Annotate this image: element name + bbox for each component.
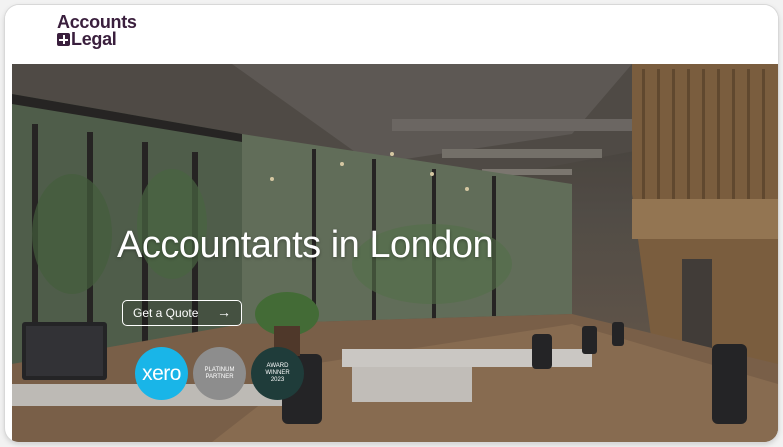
logo-text-line2-wrap: Legal — [57, 29, 137, 49]
logo-text-line2: Legal — [71, 29, 117, 49]
page-frame: Accounts Legal Accountants in London Get… — [5, 5, 778, 442]
plus-icon — [57, 33, 70, 46]
hero-banner: Accountants in London Get a Quote → xero… — [12, 64, 778, 442]
hero-title: Accountants in London — [117, 224, 494, 266]
award-line1: AWARD — [266, 363, 289, 369]
award-line3: 2023 — [270, 377, 285, 383]
award-winner-badge: AWARD WINNER 2023 — [251, 347, 304, 400]
site-header: Accounts Legal — [5, 5, 778, 64]
xero-logo-text: xero — [142, 361, 181, 385]
arrow-right-icon: → — [217, 304, 231, 320]
accounts-legal-logo[interactable]: Accounts Legal — [57, 13, 137, 49]
get-a-quote-label: Get a Quote — [133, 306, 199, 320]
platinum-line1: PLATINUM — [204, 366, 235, 373]
platinum-partner-badge: PLATINUM PARTNER — [193, 347, 246, 400]
award-line2: WINNER — [265, 370, 290, 376]
get-a-quote-button[interactable]: Get a Quote → — [122, 300, 242, 326]
platinum-line2: PARTNER — [205, 373, 234, 380]
xero-badge: xero — [135, 347, 188, 400]
